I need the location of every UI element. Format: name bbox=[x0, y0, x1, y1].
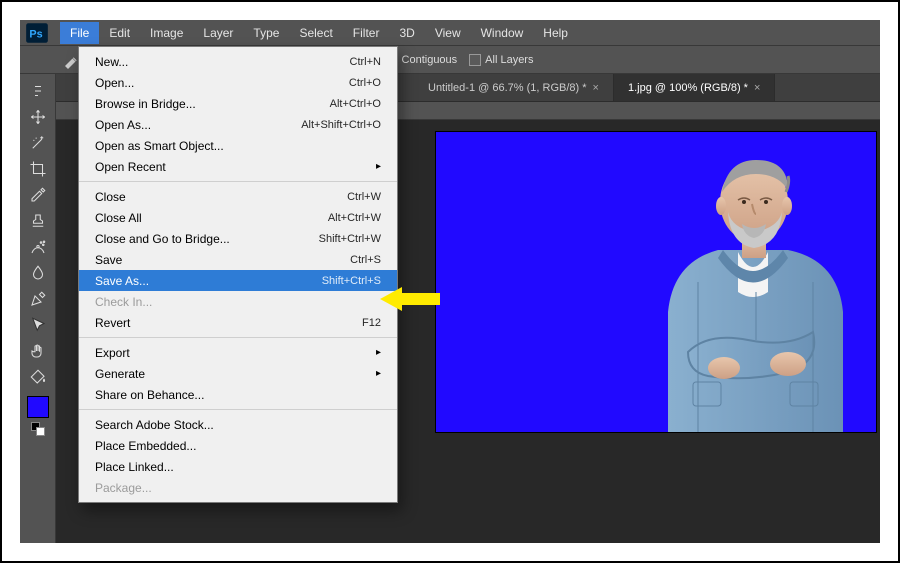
menu-item-new[interactable]: New...Ctrl+N bbox=[79, 51, 397, 72]
menu-item-label: New... bbox=[95, 55, 350, 69]
menu-item-label: Revert bbox=[95, 316, 362, 330]
document-tab[interactable]: Untitled-1 @ 66.7% (1, RGB/8) * × bbox=[414, 74, 614, 101]
menu-item-close-all[interactable]: Close AllAlt+Ctrl+W bbox=[79, 207, 397, 228]
menu-item-open-as-smart-object[interactable]: Open as Smart Object... bbox=[79, 135, 397, 156]
pen-tool-icon[interactable] bbox=[23, 286, 53, 312]
menu-item-label: Package... bbox=[95, 481, 381, 495]
menu-item-label: Close and Go to Bridge... bbox=[95, 232, 319, 246]
menu-item-label: Open as Smart Object... bbox=[95, 139, 381, 153]
menu-view[interactable]: View bbox=[425, 22, 471, 44]
menu-item-search-adobe-stock[interactable]: Search Adobe Stock... bbox=[79, 414, 397, 435]
menu-item-label: Place Linked... bbox=[95, 460, 381, 474]
bucket-tool-icon[interactable] bbox=[23, 364, 53, 390]
menu-item-open-recent[interactable]: Open Recent bbox=[79, 156, 397, 177]
svg-text:Ps: Ps bbox=[29, 28, 42, 40]
healing-brush-tool-icon[interactable] bbox=[23, 234, 53, 260]
menu-file[interactable]: File bbox=[60, 22, 99, 44]
menu-item-label: Close All bbox=[95, 211, 328, 225]
menu-3d[interactable]: 3D bbox=[389, 22, 424, 44]
menu-item-label: Save bbox=[95, 253, 350, 267]
menu-item-close-and-go-to-bridge[interactable]: Close and Go to Bridge...Shift+Ctrl+W bbox=[79, 228, 397, 249]
crop-tool-icon[interactable] bbox=[23, 156, 53, 182]
menu-item-label: Place Embedded... bbox=[95, 439, 381, 453]
menu-item-export[interactable]: Export bbox=[79, 342, 397, 363]
tab-title: 1.jpg @ 100% (RGB/8) * bbox=[628, 82, 748, 94]
menu-item-place-linked[interactable]: Place Linked... bbox=[79, 456, 397, 477]
foreground-color-swatch[interactable] bbox=[27, 396, 49, 418]
menu-select[interactable]: Select bbox=[289, 22, 342, 44]
menu-item-open-as[interactable]: Open As...Alt+Shift+Ctrl+O bbox=[79, 114, 397, 135]
move-tool-icon[interactable] bbox=[23, 104, 53, 130]
menu-item-save[interactable]: SaveCtrl+S bbox=[79, 249, 397, 270]
menu-item-shortcut: Ctrl+N bbox=[350, 56, 381, 68]
all-layers-label: All Layers bbox=[485, 54, 533, 66]
menu-item-label: Save As... bbox=[95, 274, 322, 288]
document-canvas[interactable] bbox=[436, 132, 876, 432]
close-icon[interactable]: × bbox=[754, 82, 760, 94]
menu-item-share-on-behance[interactable]: Share on Behance... bbox=[79, 384, 397, 405]
menu-item-label: Export bbox=[95, 346, 364, 360]
all-layers-checkbox[interactable]: All Layers bbox=[469, 54, 533, 66]
menu-item-label: Check In... bbox=[95, 295, 381, 309]
subject-photo bbox=[638, 132, 868, 432]
menu-item-browse-in-bridge[interactable]: Browse in Bridge...Alt+Ctrl+O bbox=[79, 93, 397, 114]
menu-item-place-embedded[interactable]: Place Embedded... bbox=[79, 435, 397, 456]
menu-item-shortcut: Ctrl+S bbox=[350, 254, 381, 266]
menu-image[interactable]: Image bbox=[140, 22, 193, 44]
tab-title: Untitled-1 @ 66.7% (1, RGB/8) * bbox=[428, 82, 587, 94]
menu-filter[interactable]: Filter bbox=[343, 22, 390, 44]
menu-item-open[interactable]: Open...Ctrl+O bbox=[79, 72, 397, 93]
menu-item-label: Share on Behance... bbox=[95, 388, 381, 402]
menu-help[interactable]: Help bbox=[533, 22, 578, 44]
menu-item-save-as[interactable]: Save As...Shift+Ctrl+S bbox=[79, 270, 397, 291]
menu-item-shortcut: Ctrl+O bbox=[349, 77, 381, 89]
default-colors-icon[interactable] bbox=[31, 422, 45, 436]
photoshop-logo-icon: Ps bbox=[24, 23, 50, 43]
menu-item-generate[interactable]: Generate bbox=[79, 363, 397, 384]
menu-type[interactable]: Type bbox=[243, 22, 289, 44]
menu-item-label: Open Recent bbox=[95, 160, 364, 174]
annotation-arrow-icon bbox=[380, 287, 440, 311]
menu-item-close[interactable]: CloseCtrl+W bbox=[79, 186, 397, 207]
menubar: Ps FileEditImageLayerTypeSelectFilter3DV… bbox=[20, 20, 880, 46]
menu-item-shortcut: Alt+Ctrl+W bbox=[328, 212, 381, 224]
menu-window[interactable]: Window bbox=[471, 22, 534, 44]
menu-item-label: Close bbox=[95, 190, 347, 204]
path-select-tool-icon[interactable] bbox=[23, 312, 53, 338]
menu-item-label: Open... bbox=[95, 76, 349, 90]
hand-tool-icon[interactable] bbox=[23, 338, 53, 364]
blur-tool-icon[interactable] bbox=[23, 260, 53, 286]
menu-item-label: Open As... bbox=[95, 118, 301, 132]
eyedropper-tool-icon[interactable] bbox=[23, 182, 53, 208]
menu-item-shortcut: F12 bbox=[362, 317, 381, 329]
photoshop-window: Ps FileEditImageLayerTypeSelectFilter3DV… bbox=[20, 20, 880, 543]
contiguous-label: Contiguous bbox=[402, 54, 458, 66]
stamp-tool-icon[interactable] bbox=[23, 208, 53, 234]
menu-item-shortcut: Ctrl+W bbox=[347, 191, 381, 203]
menu-item-shortcut: Alt+Shift+Ctrl+O bbox=[301, 119, 381, 131]
close-icon[interactable]: × bbox=[593, 82, 599, 94]
menu-item-check-in: Check In... bbox=[79, 291, 397, 312]
menu-item-shortcut: Alt+Ctrl+O bbox=[330, 98, 381, 110]
magic-wand-tool-icon[interactable] bbox=[23, 130, 53, 156]
menu-item-revert[interactable]: RevertF12 bbox=[79, 312, 397, 333]
menu-item-label: Generate bbox=[95, 367, 364, 381]
menu-item-label: Search Adobe Stock... bbox=[95, 418, 381, 432]
menu-item-shortcut: Shift+Ctrl+S bbox=[322, 275, 381, 287]
document-tab[interactable]: 1.jpg @ 100% (RGB/8) * × bbox=[614, 74, 775, 101]
menu-edit[interactable]: Edit bbox=[99, 22, 140, 44]
menu-item-shortcut: Shift+Ctrl+W bbox=[319, 233, 381, 245]
doc-collapse-icon[interactable] bbox=[23, 78, 53, 104]
checkbox-icon[interactable] bbox=[469, 54, 481, 66]
menu-layer[interactable]: Layer bbox=[193, 22, 243, 44]
menu-item-label: Browse in Bridge... bbox=[95, 97, 330, 111]
menu-item-package: Package... bbox=[79, 477, 397, 498]
tools-panel bbox=[20, 74, 56, 543]
file-menu-dropdown: New...Ctrl+NOpen...Ctrl+OBrowse in Bridg… bbox=[78, 46, 398, 503]
